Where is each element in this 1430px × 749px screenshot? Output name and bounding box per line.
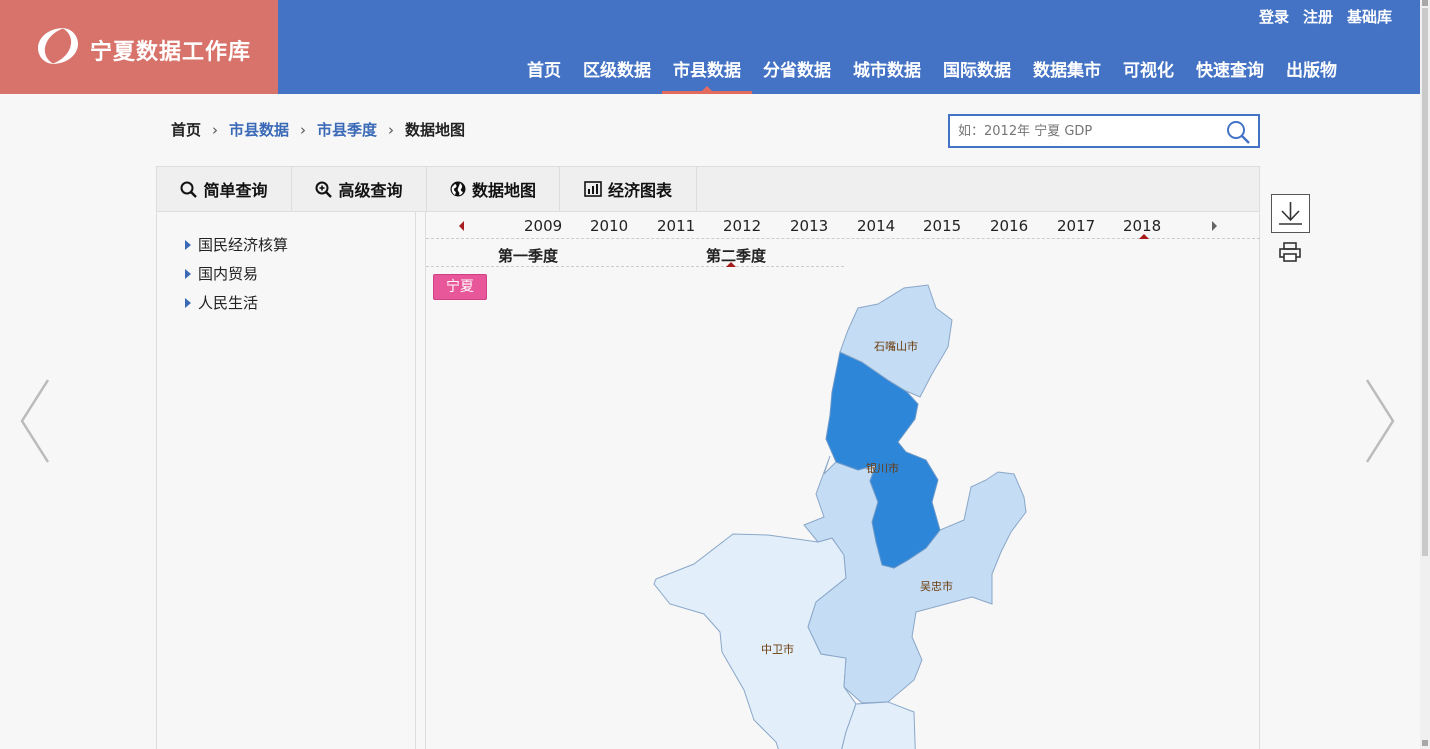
search-input[interactable] <box>950 116 1212 146</box>
nav-international-data[interactable]: 国际数据 <box>932 44 1022 94</box>
zoom-in-icon <box>315 181 333 198</box>
logo-icon <box>38 28 78 64</box>
tab-data-map[interactable]: 数据地图 <box>427 167 560 211</box>
nav-visualization[interactable]: 可视化 <box>1112 44 1185 94</box>
year-2014[interactable]: 2014 <box>857 217 895 235</box>
tree-item-national-accounts[interactable]: 国民经济核算 <box>185 234 288 255</box>
caret-right-icon <box>185 268 191 279</box>
caret-right-icon <box>185 239 191 250</box>
year-timeline: 2009 2010 2011 2012 2013 2014 2015 2016 … <box>426 212 1260 239</box>
breadcrumb-city-county-quarterly[interactable]: 市县季度 <box>317 119 377 140</box>
year-2015[interactable]: 2015 <box>923 217 961 235</box>
main-nav: 首页 区级数据 市县数据 分省数据 城市数据 国际数据 数据集市 可视化 快速查… <box>516 44 1348 94</box>
register-link[interactable]: 注册 <box>1303 6 1333 27</box>
download-icon <box>1279 202 1302 225</box>
base-library-link[interactable]: 基础库 <box>1347 6 1392 27</box>
tab-simple-query[interactable]: 简单查询 <box>157 167 292 211</box>
search-icon[interactable] <box>1226 120 1250 144</box>
header-bar: 宁夏数据工作库 登录 注册 基础库 首页 区级数据 市县数据 分省数据 城市数据… <box>0 0 1420 94</box>
tab-label: 简单查询 <box>203 181 268 200</box>
search-icon <box>180 181 198 198</box>
search-box <box>948 114 1260 148</box>
scrollbar-thumb[interactable] <box>1422 8 1428 556</box>
nav-city-data[interactable]: 城市数据 <box>842 44 932 94</box>
logo-text: 宁夏数据工作库 <box>90 40 252 65</box>
query-tabs: 简单查询 高级查询 数据地图 经济图表 <box>157 167 1259 212</box>
tab-label: 高级查询 <box>338 181 403 200</box>
printer-icon[interactable] <box>1279 242 1301 262</box>
year-2012[interactable]: 2012 <box>723 217 761 235</box>
download-button[interactable] <box>1271 194 1310 233</box>
tree-item-domestic-trade[interactable]: 国内贸易 <box>185 263 258 284</box>
page-scrollbar[interactable] <box>1420 0 1430 749</box>
tab-economic-charts[interactable]: 经济图表 <box>560 167 697 211</box>
tree-item-label: 国内贸易 <box>198 265 259 283</box>
year-2013[interactable]: 2013 <box>790 217 828 235</box>
tab-advanced-query[interactable]: 高级查询 <box>292 167 427 211</box>
year-2009[interactable]: 2009 <box>524 217 562 235</box>
map-area: 石嘴山市 银川市 吴忠市 中卫市 2009 2010 2011 2012 201… <box>425 212 1260 749</box>
data-panel: 简单查询 高级查询 数据地图 经济图表 国民经济核算 国内贸易 人民生活 石嘴山… <box>156 166 1260 749</box>
nav-publications[interactable]: 出版物 <box>1275 44 1348 94</box>
quarter-q1[interactable]: 第一季度 <box>498 245 558 266</box>
scroll-down-button[interactable] <box>1422 740 1428 746</box>
tree-item-label: 国民经济核算 <box>198 236 289 254</box>
scroll-up-button[interactable] <box>1422 0 1428 6</box>
selected-quarter-marker-icon <box>726 262 736 267</box>
breadcrumb-home[interactable]: 首页 <box>171 119 201 140</box>
chevron-right-icon: › <box>388 120 395 139</box>
next-year-arrow-icon[interactable] <box>1212 221 1217 231</box>
selected-year-marker-icon <box>1139 234 1149 239</box>
next-page-arrow-icon[interactable] <box>1363 378 1397 464</box>
caret-right-icon <box>185 297 191 308</box>
quarter-q2[interactable]: 第二季度 <box>706 245 766 266</box>
tree-item-label: 人民生活 <box>198 294 259 312</box>
previous-page-arrow-icon[interactable] <box>18 378 52 464</box>
quarter-timeline: 第一季度 第二季度 <box>426 239 844 267</box>
region-ningxia-button[interactable]: 宁夏 <box>433 274 487 300</box>
nav-home[interactable]: 首页 <box>516 44 572 94</box>
top-links: 登录 注册 基础库 <box>1259 6 1392 27</box>
year-2010[interactable]: 2010 <box>590 217 628 235</box>
logo[interactable]: 宁夏数据工作库 <box>0 0 278 94</box>
nav-city-county-data[interactable]: 市县数据 <box>662 44 752 94</box>
prev-year-arrow-icon[interactable] <box>459 221 464 231</box>
bar-chart-icon <box>584 181 602 197</box>
breadcrumb-current: 数据地图 <box>405 121 466 139</box>
nav-province-data[interactable]: 分省数据 <box>752 44 842 94</box>
chevron-right-icon: › <box>212 120 219 139</box>
breadcrumb-city-county-data[interactable]: 市县数据 <box>229 119 289 140</box>
year-2011[interactable]: 2011 <box>657 217 695 235</box>
globe-icon <box>450 181 466 197</box>
nav-district-data[interactable]: 区级数据 <box>572 44 662 94</box>
nav-quick-query[interactable]: 快速查询 <box>1185 44 1275 94</box>
tab-label: 数据地图 <box>471 181 536 200</box>
year-2017[interactable]: 2017 <box>1057 217 1095 235</box>
ningxia-map <box>653 284 1027 749</box>
login-link[interactable]: 登录 <box>1259 6 1289 27</box>
indicator-tree: 国民经济核算 国内贸易 人民生活 <box>157 212 416 749</box>
year-2018[interactable]: 2018 <box>1123 217 1161 235</box>
tree-item-living-standards[interactable]: 人民生活 <box>185 292 258 313</box>
chevron-right-icon: › <box>300 120 307 139</box>
nav-data-mart[interactable]: 数据集市 <box>1022 44 1112 94</box>
breadcrumb: 首页 › 市县数据 › 市县季度 › 数据地图 <box>171 119 465 140</box>
tab-label: 经济图表 <box>607 181 672 200</box>
year-2016[interactable]: 2016 <box>990 217 1028 235</box>
